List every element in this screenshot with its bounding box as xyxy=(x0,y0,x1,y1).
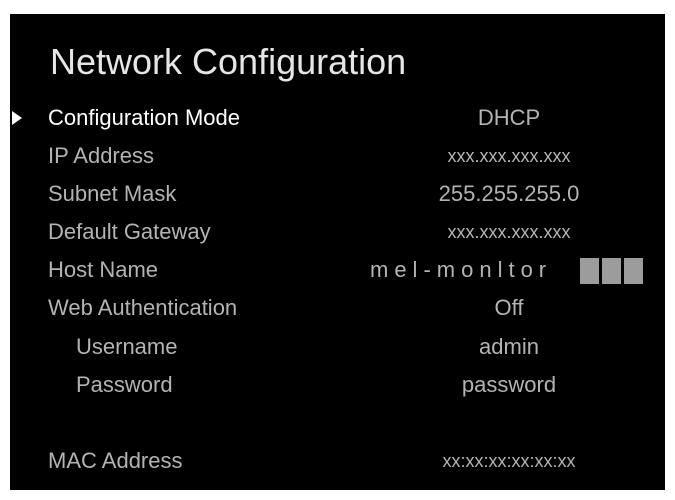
password-label: Password xyxy=(76,372,173,397)
default-gateway-label: Default Gateway xyxy=(48,219,211,244)
web-authentication-value: Off xyxy=(494,295,524,320)
host-name-value: mel-monltor xyxy=(370,257,553,282)
host-name-empty-blocks xyxy=(580,258,646,284)
ip-address-label: IP Address xyxy=(48,143,154,168)
configuration-mode-label: Configuration Mode xyxy=(48,105,241,130)
empty-char-block xyxy=(624,258,643,284)
mac-address-label: MAC Address xyxy=(48,448,183,473)
web-authentication-label: Web Authentication xyxy=(48,295,238,320)
page-title: Network Configuration xyxy=(50,41,407,82)
selection-pointer-icon xyxy=(12,111,22,125)
host-name-label: Host Name xyxy=(48,257,159,282)
empty-char-block xyxy=(580,258,599,284)
ip-address-value: xxx.xxx.xxx.xxx xyxy=(447,146,571,166)
row-web-authentication[interactable]: Web Authentication Off xyxy=(10,289,665,327)
row-mac-address: MAC Address xx:xx:xx:xx:xx:xx xyxy=(10,442,665,480)
row-password[interactable]: Password password xyxy=(10,366,665,404)
row-ip-address[interactable]: IP Address xxx.xxx.xxx.xxx xyxy=(10,137,665,175)
default-gateway-value: xxx.xxx.xxx.xxx xyxy=(447,222,571,242)
empty-char-block xyxy=(602,258,621,284)
configuration-mode-value: DHCP xyxy=(477,105,541,130)
row-default-gateway[interactable]: Default Gateway xxx.xxx.xxx.xxx xyxy=(10,213,665,251)
row-subnet-mask[interactable]: Subnet Mask 255.255.255.0 xyxy=(10,175,665,213)
username-value: admin xyxy=(479,334,539,359)
row-username[interactable]: Username admin xyxy=(10,328,665,366)
username-label: Username xyxy=(76,334,178,359)
subnet-mask-value: 255.255.255.0 xyxy=(438,181,580,206)
password-value: password xyxy=(461,372,557,397)
row-configuration-mode[interactable]: Configuration Mode DHCP xyxy=(10,99,665,137)
network-configuration-screen: Network Configuration Configuration Mode… xyxy=(10,14,665,490)
mac-address-value: xx:xx:xx:xx:xx:xx xyxy=(442,451,576,471)
row-host-name[interactable]: Host Name mel-monltor xyxy=(10,251,665,289)
subnet-mask-label: Subnet Mask xyxy=(48,181,177,206)
